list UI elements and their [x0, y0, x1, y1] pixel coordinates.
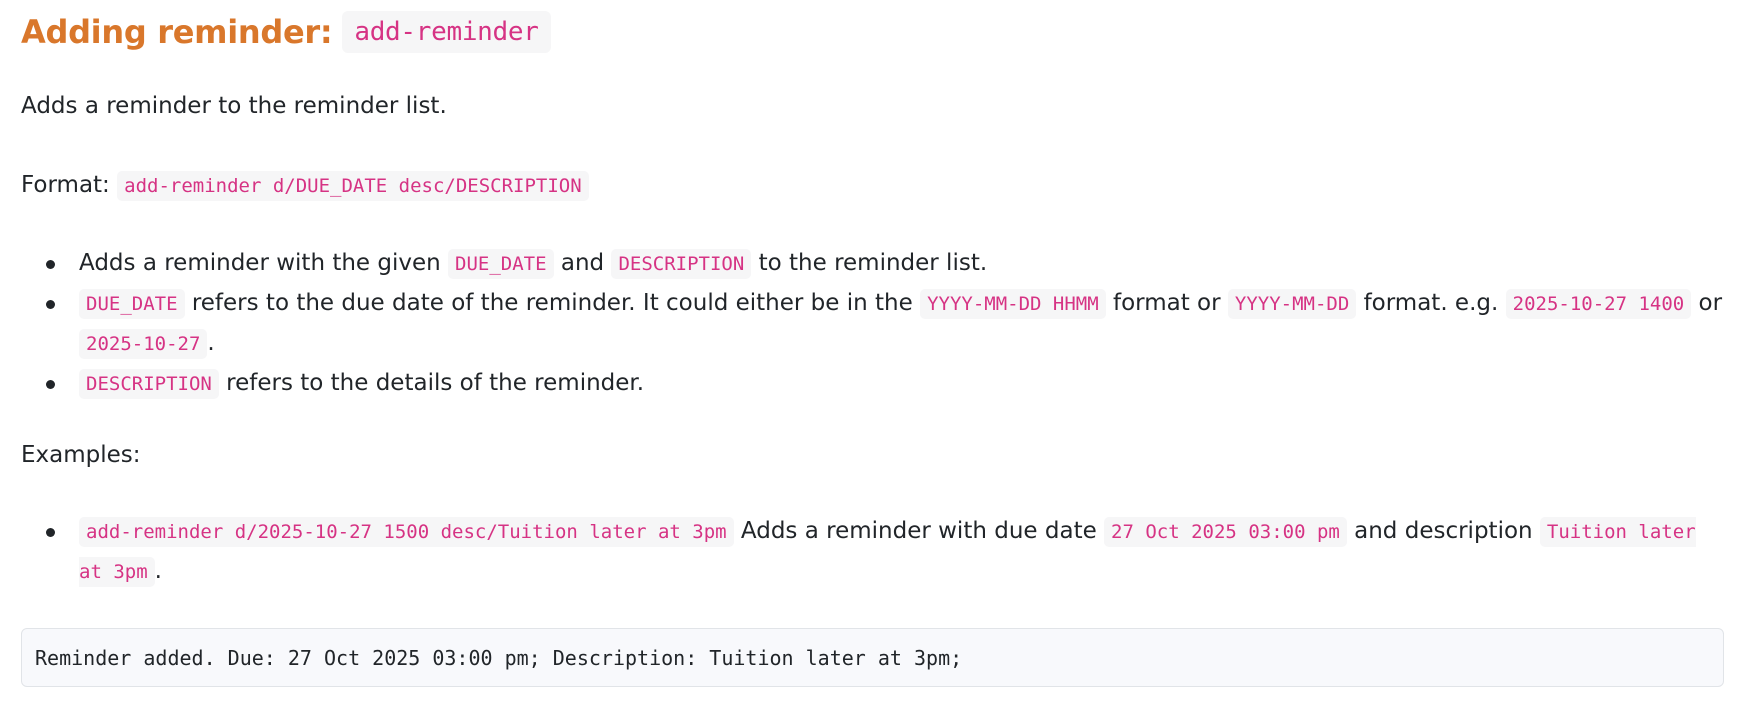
inline-code: 2025-10-27 [79, 329, 208, 359]
user-guide-section: Adding reminder: add-reminder Adds a rem… [0, 0, 1748, 720]
text-fragment: format. e.g. [1356, 290, 1506, 316]
inline-code: 2025-10-27 1400 [1505, 289, 1692, 319]
list-item: Adds a reminder with the given DUE_DATE … [21, 244, 1727, 284]
section-heading: Adding reminder: add-reminder [21, 8, 551, 56]
text-fragment: refers to the due date of the reminder. … [184, 290, 921, 316]
section-heading-text: Adding reminder: [21, 13, 333, 51]
section-heading-command: add-reminder [342, 11, 551, 53]
list-item: DESCRIPTION refers to the details of the… [21, 364, 1727, 404]
format-paragraph: Format: add-reminder d/DUE_DATE desc/DES… [21, 168, 589, 203]
inline-code: DESCRIPTION [79, 369, 219, 399]
examples-label: Examples: [21, 442, 141, 468]
text-fragment: format or [1105, 290, 1228, 316]
intro-paragraph: Adds a reminder to the reminder list. [21, 93, 447, 119]
inline-code: YYYY-MM-DD HHMM [920, 289, 1106, 319]
text-fragment: Adds a reminder with the given [79, 250, 449, 276]
inline-code: 27 Oct 2025 03:00 pm [1104, 517, 1347, 547]
text-fragment: to the reminder list. [751, 250, 988, 276]
text-fragment: Adds a reminder with due date [733, 518, 1105, 544]
text-fragment: . [154, 558, 162, 584]
inline-code: DUE_DATE [448, 249, 554, 279]
output-code-block: Reminder added. Due: 27 Oct 2025 03:00 p… [21, 628, 1724, 687]
inline-code: YYYY-MM-DD [1227, 289, 1357, 319]
text-fragment: and description [1346, 518, 1540, 544]
text-fragment: refers to the details of the reminder. [218, 370, 645, 396]
list-item: add-reminder d/2025-10-27 1500 desc/Tuit… [21, 512, 1727, 592]
parameter-list: Adds a reminder with the given DUE_DATE … [21, 244, 1727, 404]
text-fragment: . [207, 330, 215, 356]
format-label: Format: [21, 172, 110, 198]
inline-code: DUE_DATE [79, 289, 185, 319]
inline-code: DESCRIPTION [611, 249, 752, 279]
examples-list: add-reminder d/2025-10-27 1500 desc/Tuit… [21, 512, 1727, 592]
list-item: DUE_DATE refers to the due date of the r… [21, 284, 1727, 364]
text-fragment: or [1691, 290, 1723, 316]
format-code: add-reminder d/DUE_DATE desc/DESCRIPTION [117, 171, 589, 201]
example-command: add-reminder d/2025-10-27 1500 desc/Tuit… [79, 517, 734, 547]
text-fragment: and [553, 250, 612, 276]
